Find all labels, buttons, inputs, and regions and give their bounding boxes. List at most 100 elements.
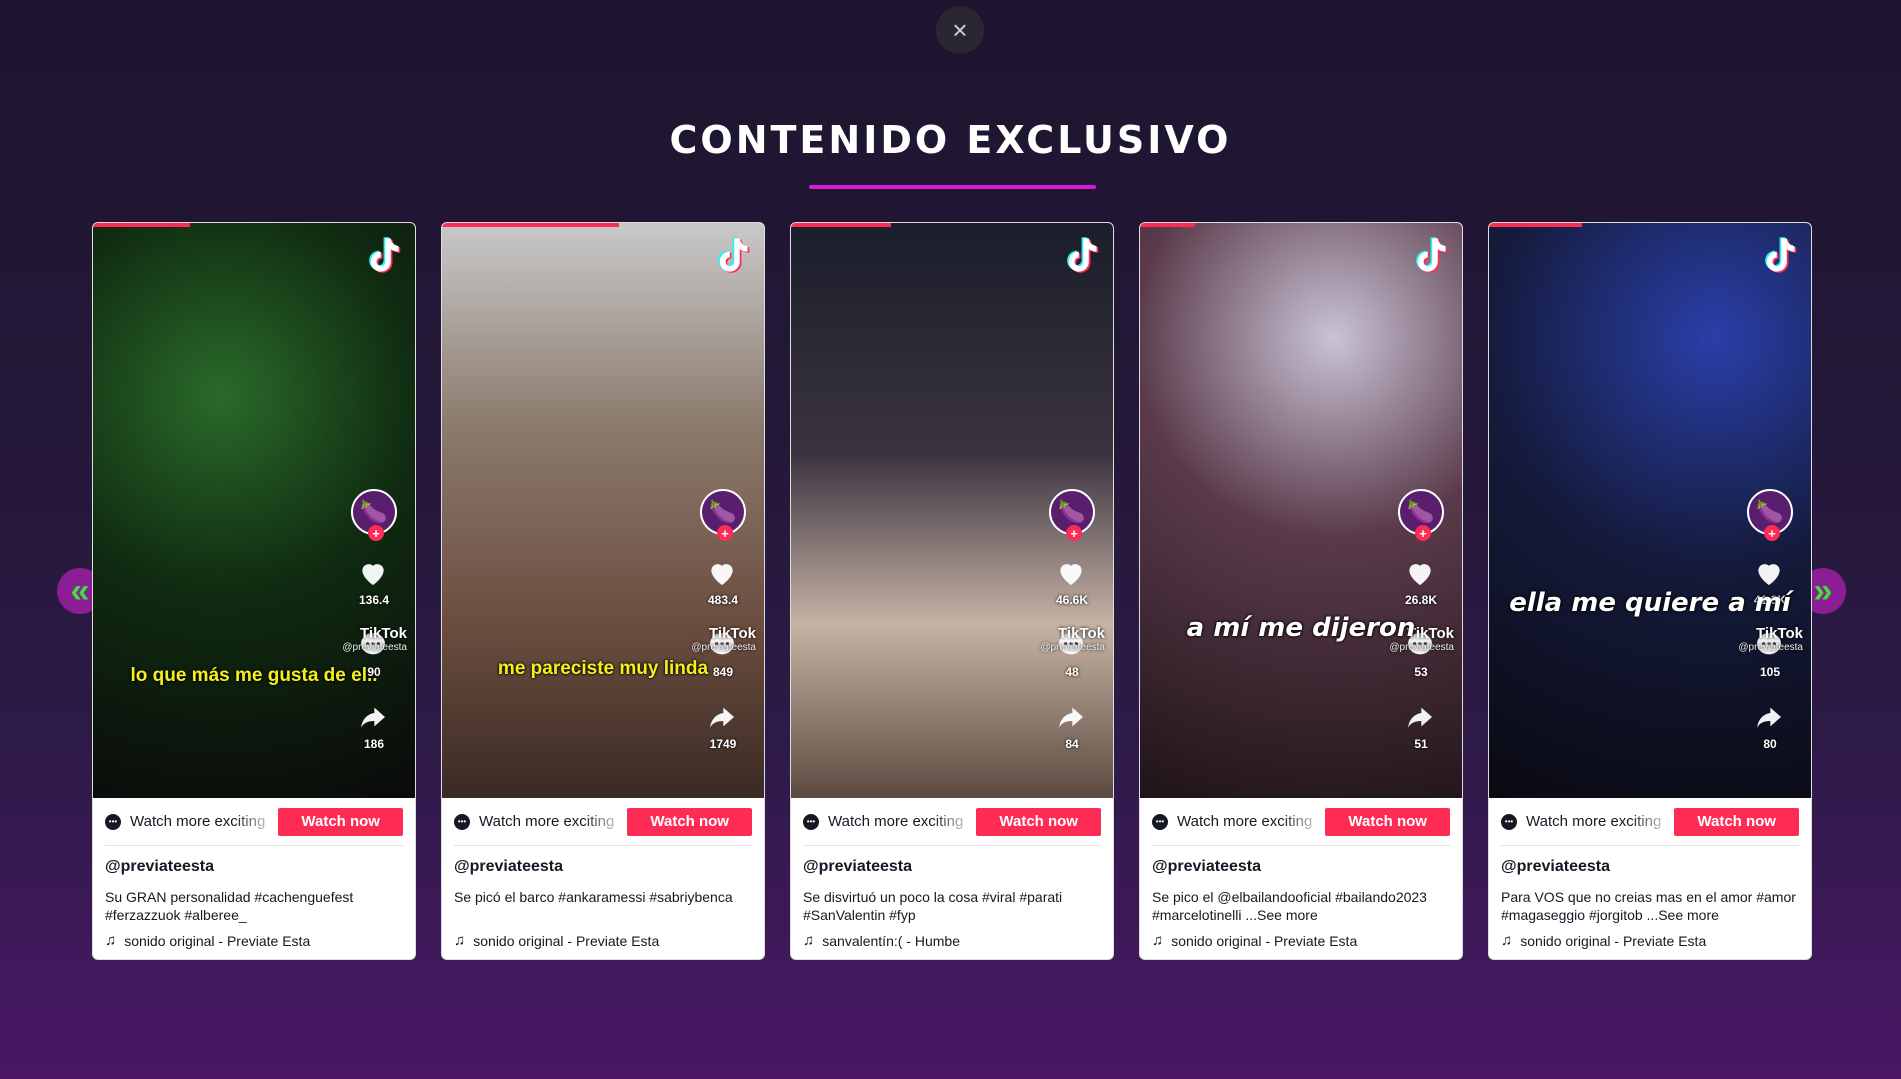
music-title: sonido original - Previate Esta [1171, 932, 1358, 949]
video-card[interactable]: 🍆 + 483.4 849 1749 TikTok @previateesta m… [441, 222, 765, 960]
music-note-icon: ♫ [1152, 932, 1164, 949]
watch-more-text: Watch more exciting [1526, 813, 1662, 830]
avatar[interactable]: 🍆 + [1049, 489, 1095, 541]
video-progress-bar [1140, 223, 1195, 227]
music-title: sonido original - Previate Esta [473, 932, 660, 949]
video-card[interactable]: 🍆 + 136.4 90 186 TikTok @previateesta lo … [92, 222, 416, 960]
share-count: 80 [1763, 737, 1777, 751]
tiktok-watermark: TikTok @previateesta [1738, 625, 1803, 653]
author-handle[interactable]: @previateesta [105, 858, 403, 876]
chat-bubble-icon: ••• [454, 813, 470, 830]
tiktok-icon [1412, 235, 1448, 275]
avatar[interactable]: 🍆 + [1398, 489, 1444, 541]
watch-now-button[interactable]: Watch now [627, 807, 752, 836]
music-note-icon: ♫ [1501, 932, 1513, 949]
watch-now-button[interactable]: Watch now [1674, 807, 1799, 836]
card-meta: ••• Watch more exciting Watch now @previ… [1489, 798, 1811, 949]
heart-icon[interactable] [704, 557, 742, 591]
comment-count: 53 [1414, 665, 1428, 679]
video-card[interactable]: 🍆 + 26.8K 53 51 TikTok @previateesta a mí… [1139, 222, 1463, 960]
avatar[interactable]: 🍆 + [700, 489, 746, 541]
tiktok-watermark: TikTok @previateesta [1040, 625, 1105, 653]
heart-icon[interactable] [1751, 557, 1789, 591]
music-row[interactable]: ♫ sonido original - Previate Esta [454, 932, 752, 949]
author-handle[interactable]: @previateesta [1152, 858, 1450, 876]
heart-icon[interactable] [1402, 557, 1440, 591]
music-row[interactable]: ♫ sanvalentín:( - Humbe [803, 932, 1101, 949]
author-handle[interactable]: @previateesta [803, 858, 1101, 876]
music-row[interactable]: ♫ sonido original - Previate Esta [1152, 932, 1450, 949]
video-caption: lo que más me gusta de el.. [130, 665, 378, 686]
video-description: Se pico el @elbailandooficial #bailando2… [1152, 889, 1427, 923]
share-icon[interactable] [1053, 701, 1091, 735]
watch-more-row: ••• Watch more exciting Watch now [1501, 806, 1799, 846]
follow-plus-icon[interactable]: + [368, 525, 384, 541]
watermark-brand: TikTok [360, 625, 407, 642]
avatar[interactable]: 🍆 + [351, 489, 397, 541]
watch-more-text: Watch more exciting [130, 813, 266, 830]
avatar[interactable]: 🍆 + [1747, 489, 1793, 541]
video-progress-bar [1489, 223, 1583, 227]
heart-icon[interactable] [1053, 557, 1091, 591]
share-icon[interactable] [355, 701, 393, 735]
double-chevron-right-icon: » [1813, 572, 1833, 610]
watermark-handle: @previateesta [1040, 642, 1105, 653]
watermark-brand: TikTok [1058, 625, 1105, 642]
watermark-handle: @previateesta [1738, 642, 1803, 653]
tiktok-icon [365, 235, 401, 275]
chat-bubble-icon: ••• [803, 813, 819, 830]
video-player[interactable]: 🍆 + 41.9K 105 80 TikTok @previateesta ell… [1489, 223, 1811, 798]
page-title: CONTENIDO EXCLUSIVO [669, 118, 1232, 162]
video-progress-bar [93, 223, 190, 227]
music-note-icon: ♫ [105, 932, 117, 949]
tiktok-icon [714, 235, 750, 275]
follow-plus-icon[interactable]: + [1066, 525, 1082, 541]
watch-more-text: Watch more exciting [1177, 813, 1313, 830]
like-count: 46.6K [1055, 593, 1089, 607]
share-icon[interactable] [704, 701, 742, 735]
watermark-brand: TikTok [709, 625, 756, 642]
watch-now-button[interactable]: Watch now [1325, 807, 1450, 836]
music-row[interactable]: ♫ sonido original - Previate Esta [105, 932, 403, 949]
watermark-handle: @previateesta [1389, 642, 1454, 653]
heart-icon[interactable] [355, 557, 393, 591]
follow-plus-icon[interactable]: + [717, 525, 733, 541]
music-title: sanvalentín:( - Humbe [822, 932, 960, 949]
follow-plus-icon[interactable]: + [1764, 525, 1780, 541]
comment-count: 48 [1065, 665, 1079, 679]
card-meta: ••• Watch more exciting Watch now @previ… [93, 798, 415, 949]
video-progress-bar [442, 223, 620, 227]
watch-more-row: ••• Watch more exciting Watch now [454, 806, 752, 846]
video-player[interactable]: 🍆 + 483.4 849 1749 TikTok @previateesta m… [442, 223, 764, 798]
close-icon: × [952, 14, 968, 45]
share-icon[interactable] [1402, 701, 1440, 735]
watch-more-row: ••• Watch more exciting Watch now [1152, 806, 1450, 846]
share-icon[interactable] [1751, 701, 1789, 735]
title-underline [809, 185, 1096, 189]
author-handle[interactable]: @previateesta [1501, 858, 1799, 876]
watch-more-row: ••• Watch more exciting Watch now [105, 806, 403, 846]
follow-plus-icon[interactable]: + [1415, 525, 1431, 541]
watch-more-row: ••• Watch more exciting Watch now [803, 806, 1101, 846]
music-row[interactable]: ♫ sonido original - Previate Esta [1501, 932, 1799, 949]
chat-bubble-icon: ••• [1501, 813, 1517, 830]
author-handle[interactable]: @previateesta [454, 858, 752, 876]
video-caption: a mí me dijeron [1186, 613, 1416, 643]
share-count: 1749 [709, 737, 737, 751]
watch-more-text: Watch more exciting [828, 813, 964, 830]
watch-now-button[interactable]: Watch now [976, 807, 1101, 836]
video-description: Se disvirtuó un poco la cosa #viral #par… [803, 889, 1063, 923]
video-player[interactable]: 🍆 + 26.8K 53 51 TikTok @previateesta a mí… [1140, 223, 1462, 798]
video-card[interactable]: 🍆 + 41.9K 105 80 TikTok @previateesta ell… [1488, 222, 1812, 960]
video-card[interactable]: 🍆 + 46.6K 48 84 TikTok @previateesta ••• … [790, 222, 1114, 960]
video-player[interactable]: 🍆 + 136.4 90 186 TikTok @previateesta lo … [93, 223, 415, 798]
music-note-icon: ♫ [454, 932, 466, 949]
watch-now-button[interactable]: Watch now [278, 807, 403, 836]
card-meta: ••• Watch more exciting Watch now @previ… [442, 798, 764, 949]
action-column: 🍆 + 483.4 849 1749 [696, 489, 750, 751]
watermark-brand: TikTok [1756, 625, 1803, 642]
close-button[interactable]: × [936, 6, 984, 54]
video-player[interactable]: 🍆 + 46.6K 48 84 TikTok @previateesta [791, 223, 1113, 798]
card-meta: ••• Watch more exciting Watch now @previ… [1140, 798, 1462, 949]
share-count: 186 [363, 737, 385, 751]
